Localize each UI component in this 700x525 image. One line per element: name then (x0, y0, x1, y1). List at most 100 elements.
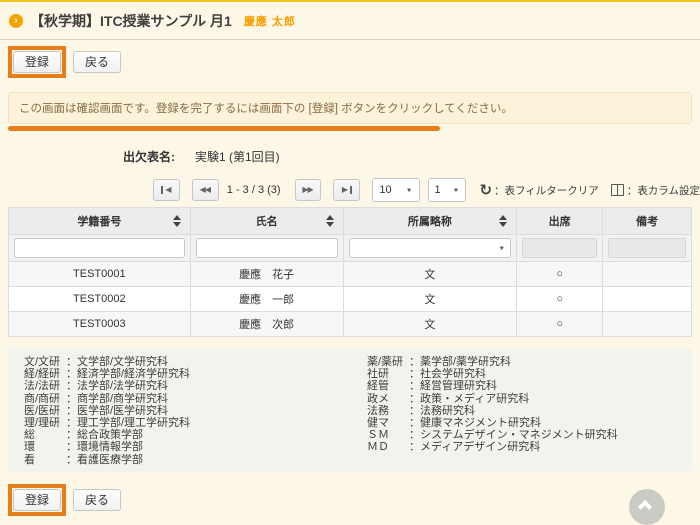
name-cell: 慶應 次郎 (190, 312, 343, 337)
legend-right-column: 薬/薬研：薬学部/薬学研究科 社研：社会学研究科 経管：経営管理研究科 政メ：政… (350, 356, 676, 464)
legend-item: 理/理研：理工学部/理工学研究科 (24, 417, 350, 429)
first-page-button[interactable]: ◀ (153, 179, 180, 201)
affiliation-cell: 文 (343, 287, 516, 312)
last-page-button[interactable]: ▶ (333, 179, 360, 201)
table-header-row: 学籍番号 氏名 所属略称 出席 備考 (9, 208, 692, 235)
next-page-button[interactable]: ▶▶ (295, 179, 322, 201)
top-button-row: 登録 戻る (0, 40, 700, 78)
note-cell (603, 287, 692, 312)
legend-item: 文/文研：文学部/文学研究科 (24, 356, 350, 368)
student-id-filter-input[interactable] (14, 238, 185, 258)
chevron-down-icon: ▼ (498, 245, 505, 251)
legend-item: 法/法研：法学部/法学研究科 (24, 380, 350, 392)
attendance-cell: ○ (517, 287, 603, 312)
legend-item: 健マ：健康マネジメント研究科 (367, 417, 676, 429)
first-page-bar-icon (161, 186, 163, 194)
legend-item: 政メ：政策・メディア研究科 (367, 393, 676, 405)
orange-underline-annotation (8, 126, 440, 131)
column-settings-label: ：表カラム設定 (627, 183, 700, 198)
table-filter-row: ▼ (9, 235, 692, 262)
column-settings-icon[interactable] (611, 184, 624, 196)
column-header-label: 所属略称 (408, 216, 452, 228)
legend-item: 医/医研：医学部/医学研究科 (24, 405, 350, 417)
sheet-name-label: 出欠表名: (123, 148, 175, 165)
name-filter-input[interactable] (196, 238, 338, 258)
legend-item: 社研：社会学研究科 (367, 368, 676, 380)
name-cell: 慶應 花子 (190, 262, 343, 287)
sheet-name-value: 実験1 (第1回目) (195, 148, 280, 165)
filter-clear-tool: ↻ ：表フィルタークリア ：表カラム設定 (479, 183, 700, 198)
legend-item: 環：環境情報学部 (24, 441, 350, 453)
page-size-select[interactable]: 10 ▼ (372, 178, 419, 202)
column-header-label: 備考 (636, 216, 658, 228)
legend-item: 経管：経営管理研究科 (367, 380, 676, 392)
register-button-bottom[interactable]: 登録 (13, 489, 61, 511)
back-button-top[interactable]: 戻る (73, 51, 121, 73)
page-number-value: 1 (435, 184, 441, 196)
table-row[interactable]: TEST0002 慶應 一郎 文 ○ (9, 287, 692, 312)
register-highlight-annotation: 登録 (8, 46, 66, 78)
user-name-link[interactable]: 慶應 太郎 (244, 13, 296, 29)
filter-clear-label: ：表フィルタークリア (494, 183, 599, 198)
page-title: 【秋学期】ITC授業サンプル 月1 (30, 11, 232, 31)
chevron-up-icon (638, 500, 652, 514)
sheet-name-row: 出欠表名: 実験1 (第1回目) (123, 148, 700, 165)
breadcrumb-arrow-icon: › (9, 14, 23, 28)
attendance-table: 学籍番号 氏名 所属略称 出席 備考 ▼ TEST0001 慶應 花子 文 ○ … (8, 207, 692, 337)
first-page-arrow-icon: ◀ (165, 186, 171, 194)
affiliation-cell: 文 (343, 262, 516, 287)
chevron-down-icon: ▼ (453, 187, 460, 193)
attendance-cell: ○ (517, 312, 603, 337)
bottom-button-row: 登録 戻る (0, 472, 700, 516)
column-header-label: 氏名 (256, 216, 278, 228)
student-id-cell: TEST0002 (9, 287, 191, 312)
affiliation-cell: 文 (343, 312, 516, 337)
legend-item: 総：総合政策学部 (24, 429, 350, 441)
legend-item: 経/経研：経済学部/経済学研究科 (24, 368, 350, 380)
sort-icon[interactable] (173, 215, 181, 227)
legend-item: ＳＭ：システムデザイン・マネジメント研究科 (367, 429, 676, 441)
page-header: › 【秋学期】ITC授業サンプル 月1 慶應 太郎 (0, 2, 700, 31)
prev-page-button[interactable]: ◀◀ (192, 179, 219, 201)
scroll-to-top-button[interactable] (629, 489, 665, 525)
last-page-arrow-icon: ▶ (342, 186, 348, 194)
column-header-affiliation[interactable]: 所属略称 (343, 208, 516, 235)
sort-icon[interactable] (499, 215, 507, 227)
pager-range-text: 1 - 3 / 3 (3) (227, 184, 281, 196)
register-button-top[interactable]: 登録 (13, 51, 61, 73)
refresh-icon[interactable]: ↻ (479, 183, 492, 198)
affiliation-filter-select[interactable]: ▼ (349, 238, 511, 258)
affiliation-legend: 文/文研：文学部/文学研究科 経/経研：経済学部/経済学研究科 法/法研：法学部… (8, 348, 692, 472)
chevron-down-icon: ▼ (406, 187, 413, 193)
attendance-filter-input (522, 238, 597, 258)
column-header-label: 学籍番号 (77, 216, 121, 228)
confirmation-message: この画面は確認画面です。登録を完了するには画面下の [登録] ボタンをクリックし… (8, 92, 692, 124)
legend-left-column: 文/文研：文学部/文学研究科 経/経研：経済学部/経済学研究科 法/法研：法学部… (24, 356, 350, 464)
note-cell (603, 262, 692, 287)
note-filter-input (608, 238, 686, 258)
prev-page-arrow-icon: ◀ (205, 186, 211, 194)
attendance-cell: ○ (517, 262, 603, 287)
next-page-arrow-icon: ▶ (308, 186, 314, 194)
note-cell (603, 312, 692, 337)
legend-item: 商/商研：商学部/商学研究科 (24, 393, 350, 405)
legend-item: 看：看護医療学部 (24, 454, 350, 466)
pager: ◀ ◀◀ 1 - 3 / 3 (3) ▶▶ ▶ 10▼ 1▼ ↻ ：表フィルター… (153, 178, 700, 202)
legend-item: 薬/薬研：薬学部/薬学研究科 (367, 356, 676, 368)
column-header-note: 備考 (603, 208, 692, 235)
legend-item: 法務：法務研究科 (367, 405, 676, 417)
last-page-bar-icon (350, 186, 352, 194)
column-header-label: 出席 (549, 216, 571, 228)
name-cell: 慶應 一郎 (190, 287, 343, 312)
student-id-cell: TEST0001 (9, 262, 191, 287)
page-number-select[interactable]: 1▼ (428, 178, 467, 202)
register-highlight-annotation: 登録 (8, 484, 66, 516)
back-button-bottom[interactable]: 戻る (73, 489, 121, 511)
student-id-cell: TEST0003 (9, 312, 191, 337)
page-size-value: 10 (379, 184, 391, 196)
table-row[interactable]: TEST0001 慶應 花子 文 ○ (9, 262, 692, 287)
column-header-name[interactable]: 氏名 (190, 208, 343, 235)
column-header-student-id[interactable]: 学籍番号 (9, 208, 191, 235)
table-row[interactable]: TEST0003 慶應 次郎 文 ○ (9, 312, 692, 337)
sort-icon[interactable] (326, 215, 334, 227)
